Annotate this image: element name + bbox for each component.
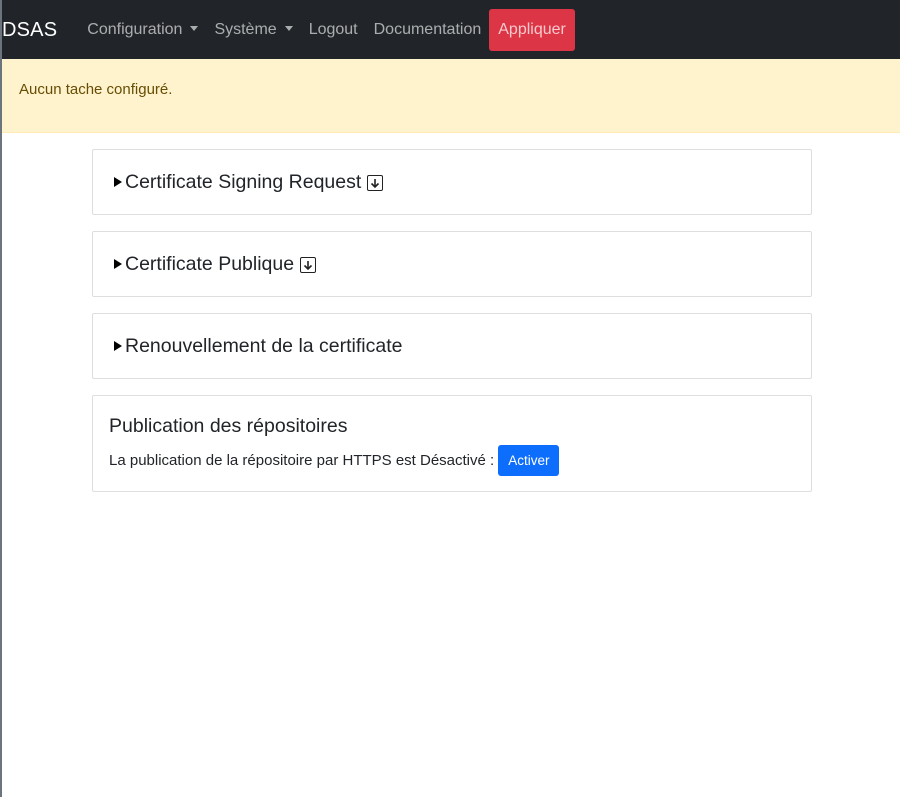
renewal-title: Renouvellement de la certificate: [125, 334, 403, 357]
csr-summary-toggle[interactable]: Certificate Signing Request: [93, 150, 811, 214]
nav-documentation-label: Documentation: [373, 20, 482, 38]
disclosure-triangle-icon: [114, 259, 122, 269]
nav-configuration-dropdown[interactable]: Configuration: [79, 10, 206, 50]
publication-title: Publication des répositoires: [109, 415, 348, 437]
caret-down-icon: [284, 26, 293, 31]
renewal-card: Renouvellement de la certificate: [92, 313, 812, 379]
csr-title: Certificate Signing Request: [125, 170, 362, 193]
app-window: DSAS Configuration Système Logout Docume…: [0, 0, 900, 797]
activate-button[interactable]: Activer: [498, 445, 560, 476]
download-icon[interactable]: [367, 175, 384, 191]
renewal-summary-toggle[interactable]: Renouvellement de la certificate: [93, 314, 811, 378]
nav-documentation-link[interactable]: Documentation: [366, 10, 490, 50]
apply-button[interactable]: Appliquer: [489, 8, 575, 51]
top-navbar: DSAS Configuration Système Logout Docume…: [2, 0, 900, 59]
disclosure-triangle-icon: [114, 341, 122, 351]
nav-systeme-dropdown[interactable]: Système: [206, 10, 300, 50]
warning-alert: Aucun tache configuré.: [2, 59, 900, 133]
nav-logout-label: Logout: [308, 20, 358, 38]
brand-logo[interactable]: DSAS: [2, 19, 57, 42]
csr-card: Certificate Signing Request: [92, 149, 812, 215]
disclosure-triangle-icon: [114, 177, 122, 187]
public-cert-card: Certificate Publique: [92, 231, 812, 297]
caret-down-icon: [190, 26, 199, 31]
download-icon[interactable]: [300, 257, 317, 273]
publication-card: Publication des répositoires La publicat…: [92, 395, 812, 492]
publication-status-text: La publication de la répositoire par HTT…: [109, 452, 495, 469]
publication-status: La publication de la répositoire par HTT…: [109, 445, 811, 476]
nav-logout-link[interactable]: Logout: [301, 10, 366, 50]
public-cert-summary-toggle[interactable]: Certificate Publique: [93, 232, 811, 296]
nav-configuration-label: Configuration: [87, 20, 183, 38]
public-cert-title: Certificate Publique: [125, 252, 295, 275]
alert-message: Aucun tache configuré.: [19, 81, 173, 98]
nav-systeme-label: Système: [214, 20, 277, 38]
